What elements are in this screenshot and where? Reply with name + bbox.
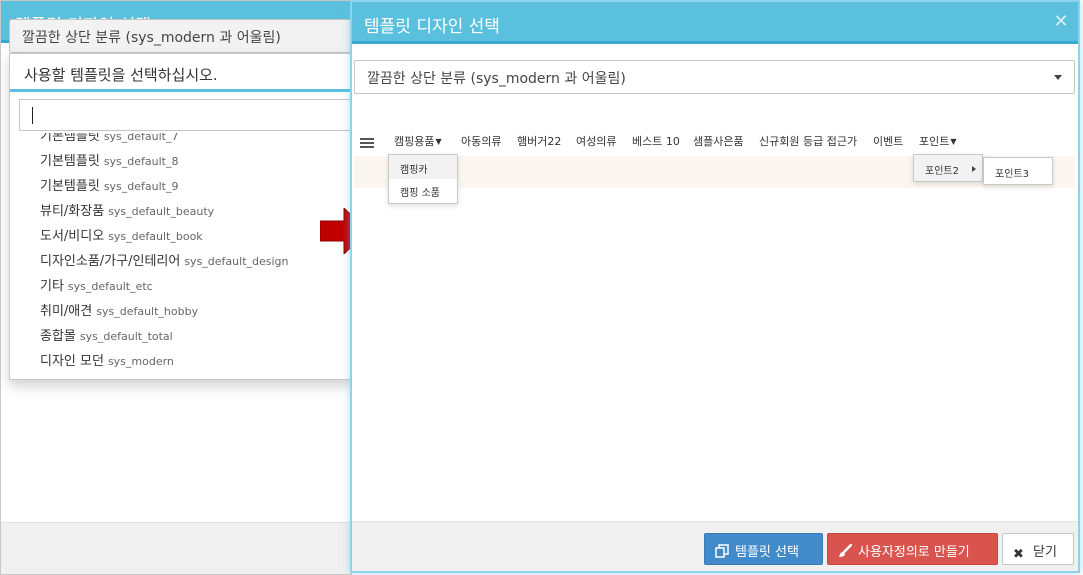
right-dialog: 템플릿 디자인 선택 ✕ 깔끔한 상단 분류 (sys_modern 과 어울림… xyxy=(350,0,1080,573)
hamburger-menu-icon[interactable] xyxy=(360,138,374,148)
submenu-item-camping-car[interactable]: 캠핑카 xyxy=(400,161,428,176)
dropdown-option[interactable]: 종합몰 sys_default_total xyxy=(40,325,173,350)
caret-right-icon xyxy=(972,166,976,172)
close-icon: ✖ xyxy=(1013,547,1024,562)
submenu-item-camping-goods[interactable]: 캠핑 소품 xyxy=(400,184,440,199)
dropdown-option[interactable]: 기본템플릿 sys_default_9 xyxy=(40,175,179,200)
dropdown-option[interactable]: 뷰티/화장품 sys_default_beauty xyxy=(40,200,214,225)
copy-icon xyxy=(715,544,729,558)
left-template-select[interactable]: 깔끔한 상단 분류 (sys_modern 과 어울림) xyxy=(9,19,354,53)
submenu-item-point3[interactable]: 포인트3 xyxy=(995,165,1029,180)
submenu-camping: 캠핑카 캠핑 소품 xyxy=(388,154,458,204)
nav-item-women[interactable]: 여성의류 xyxy=(576,133,616,149)
nav-item-sample[interactable]: 샘플사은품 xyxy=(693,133,744,149)
submenu-point3: 포인트3 xyxy=(983,157,1053,185)
dropdown-option-list[interactable]: 기본템플릿 sys_default_7 기본템플릿 sys_default_8 기본… xyxy=(10,133,353,379)
dropdown-option[interactable]: 디자인 모던 sys_modern xyxy=(40,350,174,375)
nav-item-point[interactable]: 포인트▼ xyxy=(919,133,957,149)
nav-item-hamburger22[interactable]: 햄버거22 xyxy=(517,133,561,149)
caret-down-icon: ▼ xyxy=(435,137,442,146)
template-preview: 캠핑용품▼ 아동의류 햄버거22 여성의류 베스트 10 샘플사은품 신규회원 … xyxy=(354,126,1075,204)
dropdown-option[interactable]: 기본템플릿 sys_default_7 xyxy=(40,133,179,150)
dropdown-option[interactable]: 기타 sys_default_etc xyxy=(40,275,153,300)
chevron-down-icon xyxy=(1054,75,1062,80)
left-dialog-footer xyxy=(1,522,351,574)
dropdown-search-input[interactable] xyxy=(19,99,353,131)
submenu-point: 포인트2 xyxy=(913,154,983,182)
left-dialog: 템플릿 디자인 선택 깔끔한 상단 분류 (sys_modern 과 어울림) … xyxy=(0,0,354,575)
text-caret xyxy=(32,107,33,124)
select-template-button[interactable]: 템플릿 선택 xyxy=(704,533,823,565)
right-dialog-header: 템플릿 디자인 선택 ✕ xyxy=(352,2,1078,44)
dropdown-option[interactable]: 도서/비디오 sys_default_book xyxy=(40,225,203,250)
close-icon[interactable]: ✕ xyxy=(1052,13,1070,31)
nav-item-best10[interactable]: 베스트 10 xyxy=(632,133,680,149)
brush-icon xyxy=(839,544,852,557)
right-select-value: 깔끔한 상단 분류 (sys_modern 과 어울림) xyxy=(367,71,626,87)
custom-make-button[interactable]: 사용자정의로 만들기 xyxy=(827,533,998,565)
nav-item-new-member[interactable]: 신규회원 등급 접근가 xyxy=(759,133,857,149)
right-template-select[interactable]: 깔끔한 상단 분류 (sys_modern 과 어울림) xyxy=(354,60,1075,94)
nav-item-kids[interactable]: 아동의류 xyxy=(461,133,501,149)
preview-nav-bar: 캠핑용품▼ 아동의류 햄버거22 여성의류 베스트 10 샘플사은품 신규회원 … xyxy=(354,126,1075,156)
dropdown-option[interactable]: 기본템플릿 sys_default_8 xyxy=(40,150,179,175)
caret-down-icon: ▼ xyxy=(950,137,957,146)
nav-item-camping[interactable]: 캠핑용품▼ xyxy=(394,133,442,149)
dropdown-heading: 사용할 템플릿을 선택하십시오. xyxy=(10,54,353,92)
right-dialog-title: 템플릿 디자인 선택 xyxy=(364,17,500,37)
nav-item-event[interactable]: 이벤트 xyxy=(873,133,903,149)
right-dialog-footer: 템플릿 선택 사용자정의로 만들기 ✖ 닫기 xyxy=(352,521,1078,571)
template-dropdown-panel: 사용할 템플릿을 선택하십시오. 기본템플릿 sys_default_7 기본템플… xyxy=(9,53,354,380)
submenu-item-point2[interactable]: 포인트2 xyxy=(925,162,959,177)
close-button[interactable]: ✖ 닫기 xyxy=(1002,533,1074,565)
dropdown-option[interactable]: 취미/애견 sys_default_hobby xyxy=(40,300,198,325)
dropdown-option[interactable]: 디자인소품/가구/인테리어 sys_default_design xyxy=(40,250,289,275)
